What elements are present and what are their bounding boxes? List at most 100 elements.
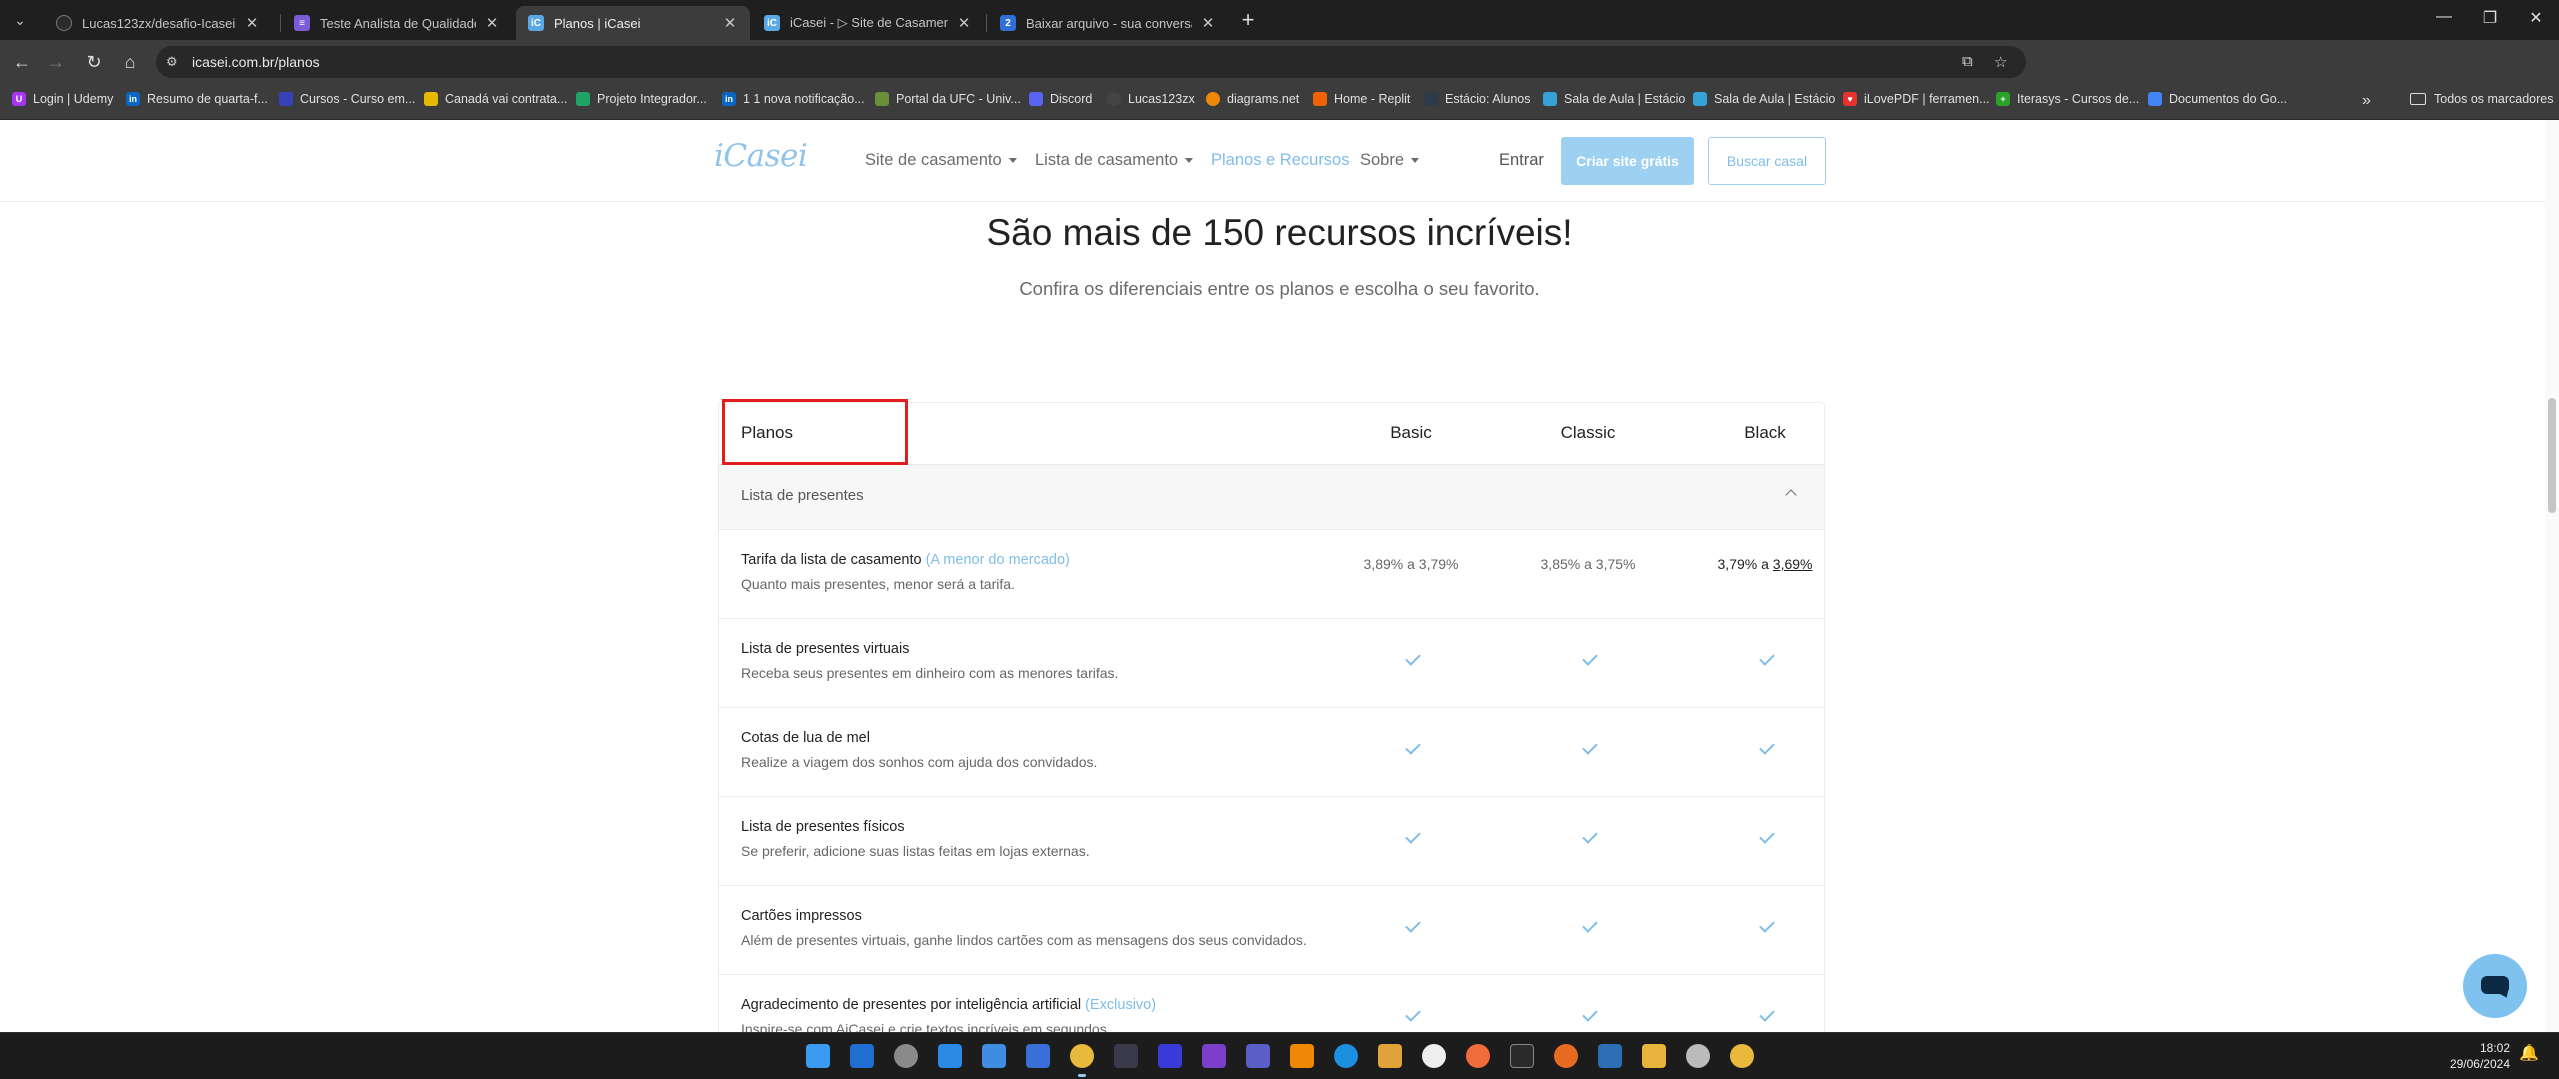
scrollbar-thumb[interactable] (2548, 398, 2556, 513)
minimize-icon[interactable]: — (2432, 8, 2456, 26)
bookmark-star-icon[interactable]: ☆ (1994, 53, 2007, 71)
bookmark[interactable]: Lucas123zx (1107, 92, 1195, 106)
close-tab-icon[interactable]: ✕ (722, 14, 738, 32)
bookmark[interactable]: Portal da UFC - Univ... (875, 92, 1021, 106)
bookmark[interactable]: Estácio: Alunos (1424, 92, 1530, 106)
vscode-icon[interactable] (938, 1044, 962, 1068)
row-description: Se preferir, adicione suas listas feitas… (741, 843, 1090, 859)
back-icon[interactable]: ← (10, 50, 34, 74)
file-explorer-icon[interactable] (1642, 1044, 1666, 1068)
notepad-icon[interactable] (982, 1044, 1006, 1068)
bookmark[interactable]: in Resumo de quarta-f... (126, 92, 268, 106)
close-tab-icon[interactable]: ✕ (956, 14, 972, 32)
nav-sobre[interactable]: Sobre (1360, 151, 1420, 170)
browser-tab-github[interactable]: Lucas123zx/desafio-Icasei: Rep ✕ (44, 6, 272, 40)
table-row-agradecimento-ia: Agradecimento de presentes por inteligên… (719, 975, 1824, 1032)
tab-search-icon[interactable]: ⌄ (8, 8, 32, 32)
notification-icon[interactable]: 🔔 (2519, 1043, 2543, 1067)
settings-gear-icon[interactable] (894, 1044, 918, 1068)
jetbrains-icon[interactable] (1158, 1044, 1182, 1068)
reload-icon[interactable]: ↻ (82, 50, 106, 74)
forward-icon[interactable]: → (44, 50, 68, 74)
terminal-icon[interactable] (1510, 1044, 1534, 1068)
login-link[interactable]: Entrar (1499, 151, 1544, 170)
bookmark[interactable]: Cursos - Curso em... (279, 92, 415, 106)
system-clock[interactable]: 18:02 29/06/2024 (2440, 1040, 2510, 1072)
estacio-icon (1693, 92, 1707, 106)
more-bookmarks-icon[interactable]: » (2362, 92, 2371, 110)
bookmark[interactable]: in 1 1 nova notificação... (722, 92, 865, 106)
diagrams-icon[interactable] (1290, 1044, 1314, 1068)
check-icon (1403, 657, 1419, 667)
github-desktop-icon[interactable] (1422, 1044, 1446, 1068)
discord-icon (1029, 92, 1043, 106)
row-description: Além de presentes virtuais, ganhe lindos… (741, 932, 1307, 948)
bookmark[interactable]: Home - Replit (1313, 92, 1410, 106)
start-icon[interactable] (806, 1044, 830, 1068)
bookmark[interactable]: U Login | Udemy (12, 92, 113, 106)
windows-taskbar: 18:02 29/06/2024 🔔 (0, 1032, 2559, 1079)
close-tab-icon[interactable]: ✕ (1200, 14, 1216, 32)
check-icon (1757, 746, 1773, 756)
chrome-icon[interactable] (1730, 1044, 1754, 1068)
bookmark[interactable]: Sala de Aula | Estácio (1693, 92, 1835, 106)
bookmark-icon (279, 92, 293, 106)
teams-icon[interactable] (1246, 1044, 1270, 1068)
bookmark[interactable]: Discord (1029, 92, 1092, 106)
postman-icon[interactable] (1466, 1044, 1490, 1068)
chevron-up-icon[interactable] (1785, 489, 1797, 501)
check-icon (1403, 1013, 1419, 1023)
visual-studio-icon[interactable] (1202, 1044, 1226, 1068)
close-tab-icon[interactable]: ✕ (244, 14, 260, 32)
browser-tab-planos[interactable]: iC Planos | iCasei ✕ (516, 6, 750, 40)
row-title: Tarifa da lista de casamento (741, 552, 922, 568)
bookmark[interactable]: Projeto Integrador... (576, 92, 707, 106)
restore-icon[interactable]: ❐ (2478, 8, 2502, 28)
bookmark[interactable]: diagrams.net (1206, 92, 1299, 106)
outlook-icon[interactable] (850, 1044, 874, 1068)
table-header: Planos Basic Classic Black (719, 399, 1824, 465)
bookmark[interactable]: + Iterasys - Cursos de... (1996, 92, 2139, 106)
browser-tab-icasei[interactable]: iC iCasei - ▷ Site de Casamento iC ✕ (752, 6, 984, 40)
new-tab-button[interactable]: + (1236, 8, 1260, 32)
bookmark[interactable]: ♥ iLovePDF | ferramen... (1843, 92, 1990, 106)
recycle-bin-icon[interactable] (1598, 1044, 1622, 1068)
page-scrollbar[interactable] (2545, 120, 2559, 1032)
chat-support-button[interactable] (2463, 954, 2527, 1018)
nav-site-de-casamento[interactable]: Site de casamento (865, 151, 1017, 170)
url-text[interactable]: icasei.com.br/planos (192, 54, 320, 70)
bookmark[interactable]: Canadá vai contrata... (424, 92, 567, 106)
terminal-app-icon[interactable] (1114, 1044, 1138, 1068)
search-couple-button[interactable]: Buscar casal (1708, 137, 1826, 185)
bookmark[interactable]: Sala de Aula | Estácio (1543, 92, 1685, 106)
sublime-icon[interactable] (1378, 1044, 1402, 1068)
section-lista-de-presentes[interactable]: Lista de presentes (719, 465, 1824, 530)
icasei-logo[interactable]: iCasei (714, 138, 808, 174)
nav-planos-e-recursos[interactable]: Planos e Recursos (1211, 151, 1350, 170)
check-icon (1580, 924, 1596, 934)
firefox-icon[interactable] (1554, 1044, 1578, 1068)
close-window-icon[interactable]: ✕ (2524, 8, 2548, 28)
store-icon[interactable] (1026, 1044, 1050, 1068)
site-info-icon[interactable]: ⚙ (166, 54, 178, 70)
value-black-link[interactable]: 3,69% (1773, 556, 1813, 572)
column-header-black: Black (1744, 423, 1786, 442)
install-app-icon[interactable]: ⧉ (1962, 53, 1973, 70)
check-icon (1580, 1013, 1596, 1023)
app-icon[interactable] (1686, 1044, 1710, 1068)
address-bar[interactable]: ⚙ icasei.com.br/planos ⧉ ☆ (156, 46, 2026, 78)
nav-lista-de-casamento[interactable]: Lista de casamento (1035, 151, 1194, 170)
ilovepdf-icon: ♥ (1843, 92, 1857, 106)
docker-icon[interactable] (1334, 1044, 1358, 1068)
close-tab-icon[interactable]: ✕ (484, 14, 500, 32)
table-row-presentes-fisicos: Lista de presentes físicos Se preferir, … (719, 797, 1824, 886)
all-bookmarks-folder[interactable]: Todos os marcadores (2410, 92, 2554, 106)
home-icon[interactable]: ⌂ (118, 50, 142, 74)
chrome-icon[interactable] (1070, 1044, 1094, 1077)
create-site-button[interactable]: Criar site grátis (1561, 137, 1694, 185)
bookmark[interactable]: Documentos do Go... (2148, 92, 2287, 106)
browser-tab-convert[interactable]: 2 Baixar arquivo - sua conversão ✕ (988, 6, 1228, 40)
icasei-icon: iC (764, 15, 780, 31)
browser-tab-forms[interactable]: ≡ Teste Analista de Qualidade ✕ (282, 6, 512, 40)
column-header-classic: Classic (1560, 423, 1616, 442)
